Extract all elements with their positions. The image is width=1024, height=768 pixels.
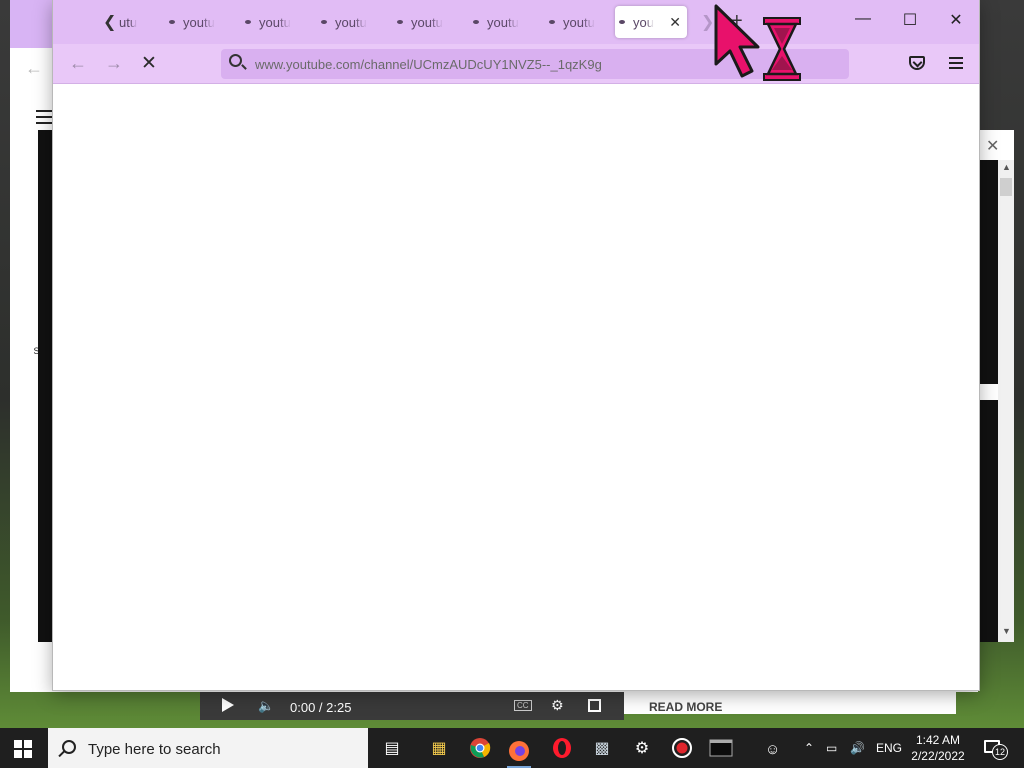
tab-title: utu (119, 14, 138, 30)
background-close-icon[interactable]: ✕ (986, 136, 999, 156)
show-hidden-icons-icon[interactable]: ⌃ (804, 741, 814, 755)
background-divider (978, 384, 998, 400)
tab-title: youtu (563, 14, 595, 30)
clock-time: 1:42 AM (915, 733, 961, 747)
loading-dot-icon (321, 20, 327, 24)
clock-date: 2/22/2022 (911, 749, 965, 763)
taskbar-search-placeholder[interactable]: Type here to search (88, 741, 221, 758)
network-icon[interactable]: ▭ (826, 741, 837, 755)
play-icon[interactable] (222, 698, 234, 712)
navigation-toolbar: ← → ✕ www.youtube.com/channel/UCmzAUDcUY… (53, 44, 979, 84)
search-icon (229, 54, 242, 67)
settings-icon[interactable]: ⚙ (630, 736, 654, 760)
browser-tab[interactable]: youtu (241, 6, 315, 38)
captions-icon[interactable]: CC (514, 700, 532, 711)
people-icon[interactable]: ☺ (765, 741, 780, 758)
video-time: 0:00 / 2:25 (290, 700, 352, 715)
loading-dot-icon (619, 20, 625, 24)
volume-tray-icon[interactable]: 🔊 (850, 741, 865, 755)
tab-title: you (633, 14, 654, 30)
chrome-icon[interactable] (468, 736, 492, 760)
background-scrollbar[interactable] (998, 160, 1014, 642)
volume-icon[interactable]: 🔈 (258, 698, 274, 714)
read-more-link[interactable]: READ MORE (649, 700, 722, 714)
url-text[interactable]: www.youtube.com/channel/UCmzAUDcUY1NVZ5-… (255, 57, 602, 72)
loading-dot-icon (169, 20, 175, 24)
tab-title: youtu (183, 14, 215, 30)
record-icon[interactable] (670, 736, 694, 760)
stop-loading-icon[interactable]: ✕ (141, 52, 157, 75)
video-settings-icon[interactable]: ⚙ (551, 697, 564, 714)
background-back-icon: ← (25, 58, 43, 78)
tab-title: youtu (487, 14, 519, 30)
loading-dot-icon (245, 20, 251, 24)
tab-title: youtu (259, 14, 291, 30)
background-video-edge (38, 130, 54, 642)
tab-title: youtu (411, 14, 443, 30)
browser-tab-active[interactable]: you ✕ (615, 6, 687, 38)
language-indicator[interactable]: ENG (876, 741, 902, 755)
fullscreen-icon[interactable] (588, 699, 601, 712)
scroll-down-icon[interactable]: ▼ (1002, 626, 1011, 636)
browser-tab[interactable]: youtu (165, 6, 239, 38)
app-icon[interactable]: ▩ (590, 736, 614, 760)
browser-tab[interactable]: youtu (469, 6, 543, 38)
task-view-icon[interactable]: ▤ (380, 736, 404, 760)
browser-tab[interactable]: youtu (393, 6, 467, 38)
windows-start-icon[interactable] (14, 740, 32, 758)
loading-dot-icon (473, 20, 479, 24)
system-clock[interactable]: 1:42 AM 2/22/2022 (908, 732, 968, 764)
loading-dot-icon (397, 20, 403, 24)
firefox-icon[interactable] (507, 736, 531, 768)
browser-tab[interactable]: youtu (317, 6, 391, 38)
opera-icon[interactable] (550, 736, 574, 760)
maximize-icon[interactable]: ☐ (900, 10, 920, 30)
forward-icon[interactable]: → (105, 53, 123, 74)
pocket-icon[interactable] (909, 56, 925, 70)
tab-strip: ❮ utu youtu youtu youtu youtu youtu yout… (53, 0, 979, 44)
terminal-icon[interactable] (709, 736, 733, 760)
notification-count-badge: 12 (992, 744, 1008, 760)
back-icon[interactable]: ← (69, 53, 87, 74)
file-explorer-icon[interactable]: ▦ (427, 736, 451, 760)
tab-close-icon[interactable]: ✕ (669, 14, 681, 31)
browser-tab[interactable]: youtu (545, 6, 619, 38)
background-scrollbar-thumb[interactable] (1000, 178, 1012, 196)
app-menu-icon[interactable] (949, 57, 963, 69)
tab-title: youtu (335, 14, 367, 30)
tab-scroll-left-icon[interactable]: ❮ (103, 12, 116, 32)
busy-cursor-icon (714, 4, 801, 81)
scroll-up-icon[interactable]: ▲ (1002, 162, 1011, 172)
loading-dot-icon (549, 20, 555, 24)
browser-window: ❮ utu youtu youtu youtu youtu youtu yout… (53, 0, 979, 690)
background-menu-icon[interactable] (36, 110, 54, 124)
window-close-icon[interactable]: ✕ (946, 10, 966, 30)
page-content-loading (53, 85, 979, 690)
taskbar-search-icon (62, 740, 76, 754)
minimize-icon[interactable]: — (853, 10, 873, 28)
